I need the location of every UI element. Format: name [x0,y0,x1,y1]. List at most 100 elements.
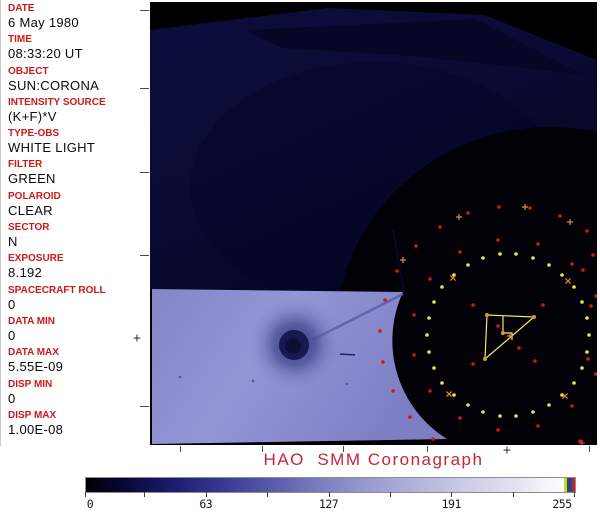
polygon-vertex-dot [485,313,489,317]
red-fiducial-dot [428,277,432,281]
field-value: 0 [8,327,16,343]
red-fiducial-dot [438,225,442,229]
metadata-field: DATA MAX 5.55E-09 [8,347,148,378]
field-label: EXPOSURE [8,253,64,265]
metadata-field: TIME 08:33:20 UT [8,34,148,65]
speck [178,375,182,379]
coronagraph-image [150,2,597,445]
red-fiducial-dot [581,268,585,272]
polygon-vertex-dot [483,357,487,361]
colorbar-tick-label: 191 [441,497,462,511]
field-label: TIME [8,34,32,46]
colorbar-tick-label: 255 [552,497,572,511]
field-value: SUN:CORONA [8,77,100,93]
red-fiducial-dot [533,359,537,363]
red-fiducial-dot [458,250,462,254]
metadata-field: OBJECT SUN:CORONA [8,66,148,97]
yellow-fiducial-dot [547,403,551,407]
yellow-fiducial-dot [440,381,444,385]
speck [251,379,255,383]
yellow-fiducial-dot [531,256,535,260]
coronagraph-viewer: DATE 6 May 1980 TIME 08:33:20 UT OBJECT SUN:C… [0,0,600,512]
colorbar-tick [574,492,575,497]
yellow-fiducial-dot [572,381,576,385]
red-fiducial-dot [591,253,595,257]
yellow-fiducial-dot [427,350,431,354]
field-value: 6 May 1980 [8,15,79,30]
coronagraph-canvas [150,2,597,445]
field-value: CLEAR [8,202,53,218]
yellow-fiducial-dot [432,300,436,304]
field-label: DISP MIN [8,378,53,390]
red-fiducial-dot [528,206,532,210]
field-label: INTENSITY SOURCE [8,96,106,108]
red-fiducial-dot [558,214,562,218]
field-value: 5.55E-09 [8,359,64,375]
red-fiducial-dot [383,298,387,302]
colorbar-labels: 0 63 127 191 255 [85,497,574,511]
red-fiducial-dot [517,346,521,350]
red-fiducial-dot [536,424,540,428]
speck [345,382,349,386]
defect-dash [339,353,356,356]
yellow-fiducial-dot [585,316,589,320]
colorbar-tick-label: 127 [318,497,339,511]
red-fiducial-dot [570,262,574,266]
field-label: SPACECRAFT ROLL [8,284,106,296]
yellow-fiducial-dot [585,350,589,354]
red-fiducial-dot [391,389,395,393]
field-value: 0 [8,296,16,312]
colorbar-tick-label: 63 [199,497,213,511]
metadata-field: POLAROID CLEAR [8,191,148,222]
yellow-fiducial-dot [466,403,470,407]
red-fiducial-dot [570,404,574,408]
red-fiducial-dot [471,362,475,366]
yellow-fiducial-dot [481,410,485,414]
left-frame-tick [140,172,149,173]
yellow-fiducial-dot [531,410,535,414]
field-value: (K+F)*V [8,108,57,124]
yellow-fiducial-dot [452,393,456,397]
red-fiducial-dot [395,269,399,273]
yellow-fiducial-dot [498,414,502,418]
red-fiducial-dot [496,428,500,432]
field-label: TYPE-OBS [8,128,60,140]
red-fiducial-dot [412,313,416,317]
field-value: 8.192 [8,265,43,281]
metadata-field: DISP MAX 1.00E-08 [8,410,148,441]
red-fiducial-dot [496,324,500,328]
yellow-fiducial-dot [580,300,584,304]
yellow-fiducial-dot [560,273,564,277]
metadata-field: SECTOR N [8,222,148,253]
metadata-field: DISP MIN 0 [8,379,148,410]
field-label: OBJECT [8,65,49,77]
red-fiducial-dot [471,303,475,307]
yellow-fiducial-dot [432,366,436,370]
metadata-field: TYPE-OBS WHITE LIGHT [8,128,148,159]
yellow-fiducial-dot [425,333,429,337]
polygon-vertex-dot [501,331,505,335]
yellow-fiducial-dot [547,263,551,267]
metadata-panel: DATE 6 May 1980 TIME 08:33:20 UT OBJECT SUN:C… [0,0,148,446]
image-title: HAO SMM Coronagraph [263,450,484,469]
yellow-fiducial-dot [580,366,584,370]
field-value: WHITE LIGHT [8,140,96,156]
red-fiducial-dot [414,244,418,248]
metadata-field: SPACECRAFT ROLL 0 [8,285,148,316]
left-frame-tick [140,88,149,89]
red-fiducial-dot [589,304,593,308]
red-fiducial-dot [458,416,462,420]
yellow-fiducial-dot [514,414,518,418]
metadata-field: DATE 6 May 1980 [8,3,148,34]
yellow-fiducial-dot [498,252,502,256]
red-fiducial-dot [496,238,500,242]
field-label: DISP MAX [8,409,57,421]
yellow-fiducial-dot [427,316,431,320]
polygon-vertex-dot [532,315,536,319]
red-fiducial-dot [585,229,589,233]
yellow-fiducial-dot [481,256,485,260]
field-label: DATE [8,3,35,14]
red-fiducial-dot [586,357,590,361]
field-value: GREEN [8,171,56,187]
field-label: FILTER [8,159,43,171]
